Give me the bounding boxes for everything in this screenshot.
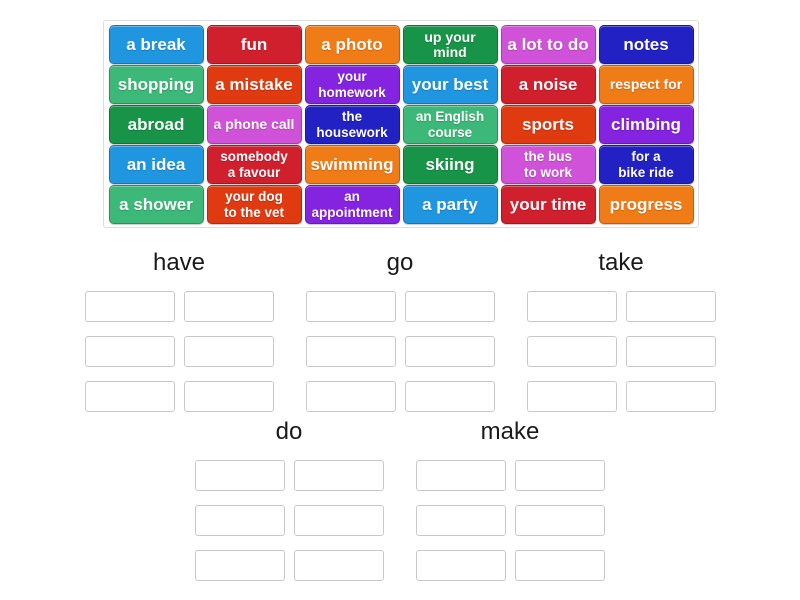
group-title-have: have — [152, 249, 206, 276]
answer-slot[interactable] — [294, 550, 384, 581]
word-tile[interactable]: a phone call — [206, 105, 302, 144]
word-tile[interactable]: respect for — [598, 65, 694, 104]
answer-slot[interactable] — [294, 460, 384, 491]
answer-slot[interactable] — [195, 550, 285, 581]
word-tile[interactable]: somebody a favour — [206, 145, 302, 184]
answer-slot[interactable] — [306, 291, 396, 322]
word-tile[interactable]: sports — [500, 105, 596, 144]
word-tile[interactable]: skiing — [402, 145, 498, 184]
tile-row: a shower your dog to the vet an appointmen… — [107, 185, 695, 224]
answer-slot[interactable] — [306, 336, 396, 367]
word-tile[interactable]: an English course — [402, 105, 498, 144]
word-tile[interactable]: your best — [402, 65, 498, 104]
answer-slot[interactable] — [405, 381, 495, 412]
answer-slot[interactable] — [515, 505, 605, 536]
answer-slot[interactable] — [416, 505, 506, 536]
answer-slot[interactable] — [195, 505, 285, 536]
tile-row: abroad a phone call the housework an Englis… — [107, 105, 695, 144]
word-tile[interactable]: a lot to do — [500, 25, 596, 64]
word-tile[interactable]: the bus to work — [500, 145, 596, 184]
tile-row: a break fun a photo up your mind a lot to do… — [107, 25, 695, 64]
group-title-take: take — [598, 249, 644, 276]
word-tile[interactable]: shopping — [108, 65, 204, 104]
answer-slot[interactable] — [294, 505, 384, 536]
word-tile[interactable]: notes — [598, 25, 694, 64]
answer-slot[interactable] — [85, 291, 175, 322]
answer-slot[interactable] — [195, 460, 285, 491]
answer-slot[interactable] — [416, 460, 506, 491]
group-title-make: make — [480, 418, 540, 445]
answer-slot[interactable] — [626, 336, 716, 367]
answer-slot[interactable] — [527, 291, 617, 322]
answer-slot[interactable] — [527, 336, 617, 367]
word-tile[interactable]: your homework — [304, 65, 400, 104]
answer-slot[interactable] — [184, 381, 274, 412]
word-tile[interactable]: climbing — [598, 105, 694, 144]
word-tile[interactable]: a photo — [304, 25, 400, 64]
word-tile[interactable]: the housework — [304, 105, 400, 144]
answer-slot[interactable] — [405, 336, 495, 367]
tile-row: shopping a mistake your homework your best a… — [107, 65, 695, 104]
answer-slot[interactable] — [515, 550, 605, 581]
word-tile[interactable]: an appointment — [304, 185, 400, 224]
answer-slot[interactable] — [527, 381, 617, 412]
answer-slot[interactable] — [515, 460, 605, 491]
word-tile[interactable]: a shower — [108, 185, 204, 224]
answer-slot[interactable] — [85, 336, 175, 367]
word-tile[interactable]: for a bike ride — [598, 145, 694, 184]
answer-slot[interactable] — [184, 291, 274, 322]
answer-slot[interactable] — [85, 381, 175, 412]
answer-slot[interactable] — [416, 550, 506, 581]
word-tile[interactable]: progress — [598, 185, 694, 224]
word-tile-bank: a break fun a photo up your mind a lot to do… — [103, 20, 699, 228]
word-tile[interactable]: swimming — [304, 145, 400, 184]
tile-row: an idea somebody a favour swimming skiing th… — [107, 145, 695, 184]
answer-slot[interactable] — [626, 381, 716, 412]
sorting-activity-page: a break fun a photo up your mind a lot to do… — [0, 0, 800, 600]
word-tile[interactable]: an idea — [108, 145, 204, 184]
group-title-go: go — [386, 249, 414, 276]
word-tile[interactable]: a break — [108, 25, 204, 64]
answer-slot[interactable] — [626, 291, 716, 322]
word-tile[interactable]: a noise — [500, 65, 596, 104]
answer-slot[interactable] — [306, 381, 396, 412]
word-tile[interactable]: abroad — [108, 105, 204, 144]
answer-slot[interactable] — [405, 291, 495, 322]
group-title-do: do — [275, 418, 303, 445]
word-tile[interactable]: fun — [206, 25, 302, 64]
word-tile[interactable]: your time — [500, 185, 596, 224]
word-tile[interactable]: your dog to the vet — [206, 185, 302, 224]
word-tile[interactable]: a party — [402, 185, 498, 224]
answer-slot[interactable] — [184, 336, 274, 367]
word-tile[interactable]: up your mind — [402, 25, 498, 64]
word-tile[interactable]: a mistake — [206, 65, 302, 104]
